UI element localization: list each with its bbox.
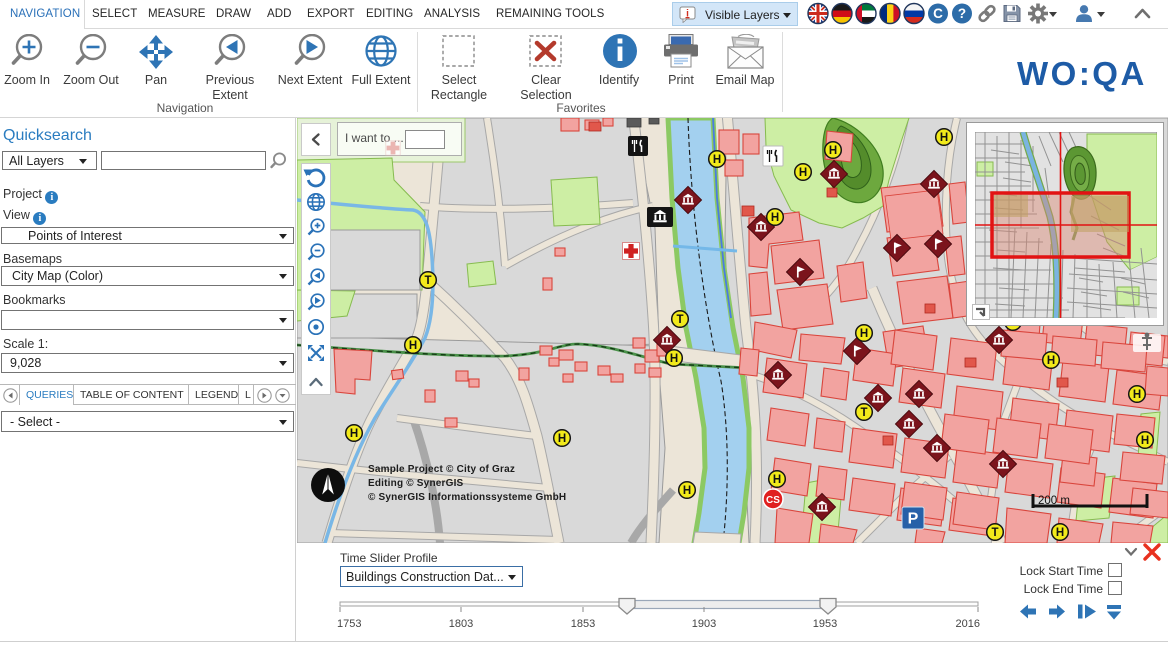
svg-text:Sample Project © City of Graz: Sample Project © City of Graz — [368, 464, 515, 475]
svg-text:H: H — [1047, 355, 1055, 367]
svg-text:?: ? — [958, 6, 966, 21]
svg-text:1903: 1903 — [692, 618, 716, 630]
svg-text:H: H — [350, 428, 358, 440]
svg-text:1753: 1753 — [337, 618, 361, 630]
svg-text:CS: CS — [766, 495, 780, 506]
svg-text:T: T — [860, 407, 867, 419]
svg-text:H: H — [1141, 435, 1149, 447]
svg-text:H: H — [771, 212, 779, 224]
svg-text:Editing © SynerGIS: Editing © SynerGIS — [368, 478, 464, 489]
svg-text:H: H — [860, 328, 868, 340]
svg-text:2016: 2016 — [956, 618, 980, 630]
svg-text:1803: 1803 — [449, 618, 473, 630]
svg-text:H: H — [1133, 389, 1141, 401]
svg-text:T: T — [676, 314, 683, 326]
svg-text:H: H — [829, 145, 837, 157]
svg-text:200 m: 200 m — [1038, 495, 1070, 507]
svg-text:© SynerGIS Informationssysteme: © SynerGIS Informationssysteme GmbH — [368, 492, 566, 503]
svg-text:1953: 1953 — [813, 618, 837, 630]
svg-text:H: H — [670, 353, 678, 365]
svg-text:H: H — [558, 433, 566, 445]
svg-text:H: H — [683, 485, 691, 497]
svg-text:H: H — [713, 154, 721, 166]
svg-text:1853: 1853 — [571, 618, 595, 630]
svg-text:H: H — [409, 340, 417, 352]
svg-text:P: P — [908, 511, 919, 528]
svg-text:H: H — [940, 132, 948, 144]
svg-text:H: H — [773, 474, 781, 486]
svg-text:H: H — [1056, 527, 1064, 539]
svg-text:T: T — [424, 275, 431, 287]
svg-text:C: C — [933, 6, 943, 21]
svg-text:H: H — [799, 167, 807, 179]
svg-text:T: T — [991, 527, 998, 539]
